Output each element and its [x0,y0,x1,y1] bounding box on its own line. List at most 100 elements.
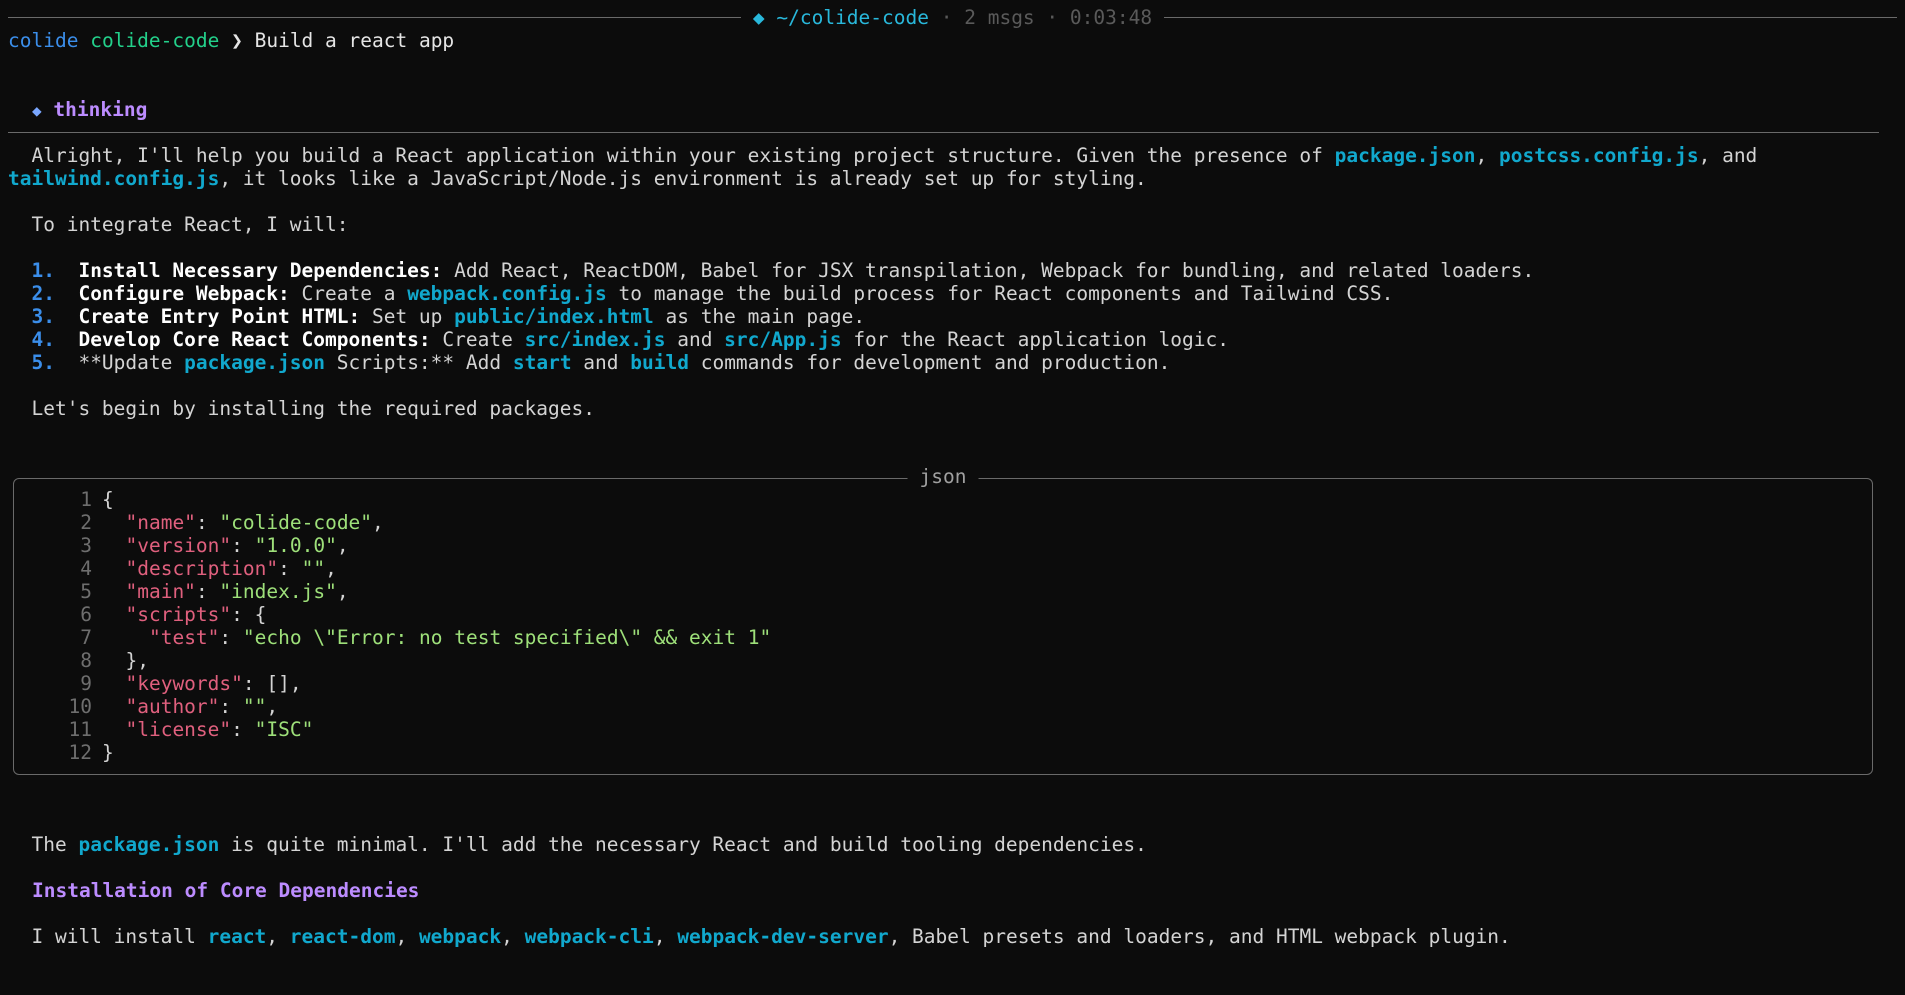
code-line: 2 "name": "colide-code", [14,511,384,534]
code-text: }, [102,649,149,672]
line-number: 5 [80,580,92,603]
intro-line-1: Alright, I'll help you build a React app… [8,144,1757,167]
list-item-text: and [665,328,725,351]
list-item: 3. Create Entry Point HTML: Set up publi… [8,305,865,328]
prompt-project: colide-code [90,29,220,52]
json-key: "test" [148,626,220,649]
code-line: 4 "description": "", [14,557,337,580]
code-line: 6 "scripts": { [14,603,266,626]
line-number: 8 [80,649,92,672]
line-number: 10 [68,695,92,718]
list-item-text: Create a [289,282,408,305]
code-punctuation: , [336,580,349,603]
status-separator: · [929,6,965,29]
intro-text: , it looks like a JavaScript/Node.js env… [219,167,1147,190]
list-item: 2. Configure Webpack: Create a webpack.c… [8,282,1393,305]
prompt-user: colide [8,29,79,52]
list-item-title: Develop Core React Components: [78,328,431,351]
code-line: 12} [14,741,114,764]
package-name: react [207,925,267,948]
install-line: I will install react, react-dom, webpack… [8,925,1511,948]
code-punctuation: , [325,557,337,580]
cwd-path: ◆ ~/colide-code [752,6,929,29]
inline-code: src/index.js [524,328,666,351]
list-number: 5. [31,351,55,374]
list-separator: , [653,925,678,948]
session-status-bar: ◆ ~/colide-code · 2 msgs · 0:03:48 [8,6,1897,29]
json-value: "echo \"Error: no test specified\" && ex… [242,626,772,649]
thinking-divider [8,132,1879,133]
list-number: 1. [31,259,55,282]
code-block-language: json [907,465,979,488]
line-number: 6 [80,603,92,626]
list-separator: , [501,925,525,948]
after-text: The [8,833,79,856]
line-number: 7 [80,626,92,649]
list-item-text: Scripts:** Add [325,351,513,374]
code-punctuation: : [], [242,672,302,695]
list-number: 3. [31,305,55,328]
list-item-title: Configure Webpack: [78,282,290,305]
code-block[interactable]: json 1{ 2 "name": "colide-code", 3 "vers… [13,465,1873,775]
json-key: "name" [125,511,196,534]
list-item-text: Add React, ReactDOM, Babel for JSX trans… [442,259,1535,282]
thinking-header[interactable]: ◆ thinking [32,98,147,121]
list-number: 4. [31,328,55,351]
json-value: "index.js" [219,580,337,603]
list-item: 1. Install Necessary Dependencies: Add R… [8,259,1534,282]
line-number: 12 [68,741,92,764]
json-key: "description" [125,557,279,580]
inline-code: public/index.html [454,305,654,328]
list-item-title: Install Necessary Dependencies: [78,259,443,282]
inline-code: package.json [184,351,326,374]
intro-line-3: To integrate React, I will: [8,213,349,236]
json-value: "" [242,695,267,718]
package-name: webpack-cli [524,925,654,948]
list-item-title: Create Entry Point HTML: [78,305,361,328]
json-key: "license" [125,718,232,741]
json-key: "keywords" [125,672,243,695]
inline-code: package.json [1334,144,1476,167]
diamond-icon: ◆ [32,101,42,120]
line-number: 1 [80,488,92,511]
package-name: react-dom [289,925,396,948]
list-number: 2. [31,282,55,305]
list-separator: , [266,925,290,948]
json-key: "scripts" [125,603,232,626]
json-value: "" [301,557,326,580]
inline-code: webpack.config.js [407,282,607,305]
message-count: 2 msgs [964,6,1035,29]
status-rule-right [1164,17,1897,18]
code-punctuation: , [266,695,279,718]
install-text: I will install [8,925,208,948]
list-item-text: to manage the build process for React co… [606,282,1394,305]
heading-text: Installation of Core Dependencies [32,879,420,902]
json-value: "1.0.0" [254,534,337,557]
code-text: { [102,488,114,511]
section-heading: Installation of Core Dependencies [32,879,419,902]
list-item-text: and [571,351,631,374]
status-rule-left [8,17,741,18]
inline-code: build [630,351,689,374]
thinking-label: thinking [53,98,148,121]
code-line: 8 }, [14,649,149,672]
prompt-arrow-icon: ❯ [231,29,243,52]
after-text: is quite minimal. I'll add the necessary… [219,833,1147,856]
inline-code: postcss.config.js [1499,144,1699,167]
after-line-1: The package.json is quite minimal. I'll … [8,833,1147,856]
elapsed-time: 0:03:48 [1069,6,1153,29]
list-separator: , [395,925,419,948]
list-item: 4. Develop Core React Components: Create… [8,328,1229,351]
status-center: ◆ ~/colide-code · 2 msgs · 0:03:48 [741,6,1164,29]
line-number: 3 [80,534,92,557]
install-text: , Babel presets and loaders, and HTML we… [888,925,1511,948]
code-line: 3 "version": "1.0.0", [14,534,348,557]
line-number: 11 [68,718,92,741]
list-item-text: **Update [78,351,185,374]
code-punctuation: : { [231,603,267,626]
code-line: 9 "keywords": [], [14,672,302,695]
intro-text: Alright, I'll help you build a React app… [8,144,1335,167]
inline-code: src/App.js [724,328,842,351]
list-item-text: for the React application logic. [841,328,1229,351]
code-line: 1{ [14,488,114,511]
